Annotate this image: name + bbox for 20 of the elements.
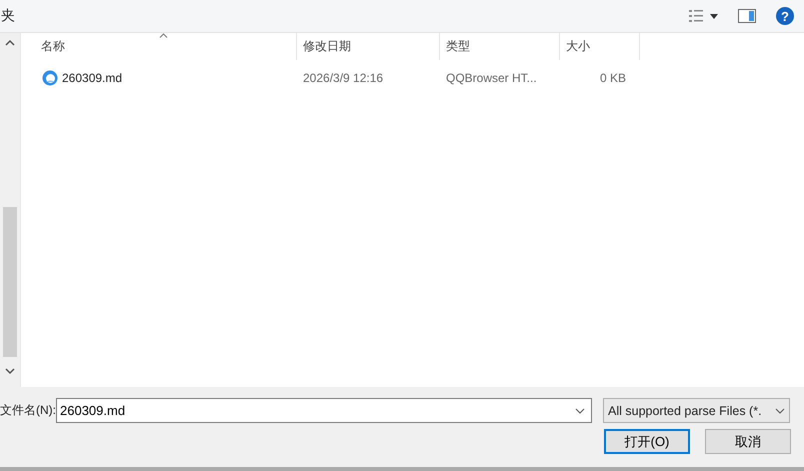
modified-date: 2026/3/9 12:16 — [302, 70, 384, 84]
view-options-icon[interactable] — [688, 8, 718, 24]
column-header[interactable]: 名称 — [21, 33, 297, 60]
file-name: 260309.md — [62, 70, 122, 84]
file-name-field[interactable]: 260309.md — [56, 398, 592, 423]
file-icon — [42, 70, 58, 86]
column-header[interactable]: 修改日期 — [297, 33, 440, 60]
file-row[interactable]: 260309.md 2026/3/9 12:16 QQBrowser HT... 0 KB — [21, 62, 804, 93]
file-name-label: 文件名(N): — [0, 402, 56, 419]
cancel-button[interactable]: 取消 — [705, 429, 791, 454]
open-button[interactable]: 打开(O) — [604, 429, 690, 454]
file-type-dropdown[interactable]: All supported parse Files (*. — [603, 398, 790, 423]
preview-pane-icon[interactable] — [738, 9, 756, 23]
folder-path: 夹 — [1, 7, 15, 25]
scrollbar-thumb[interactable] — [3, 207, 17, 357]
file-type: QQBrowser HT... — [445, 70, 538, 84]
column-header[interactable]: 大小 — [560, 33, 640, 60]
help-icon[interactable]: ? — [776, 7, 794, 25]
column-header[interactable]: 类型 — [440, 33, 560, 60]
file-size: 0 KB — [600, 70, 626, 84]
